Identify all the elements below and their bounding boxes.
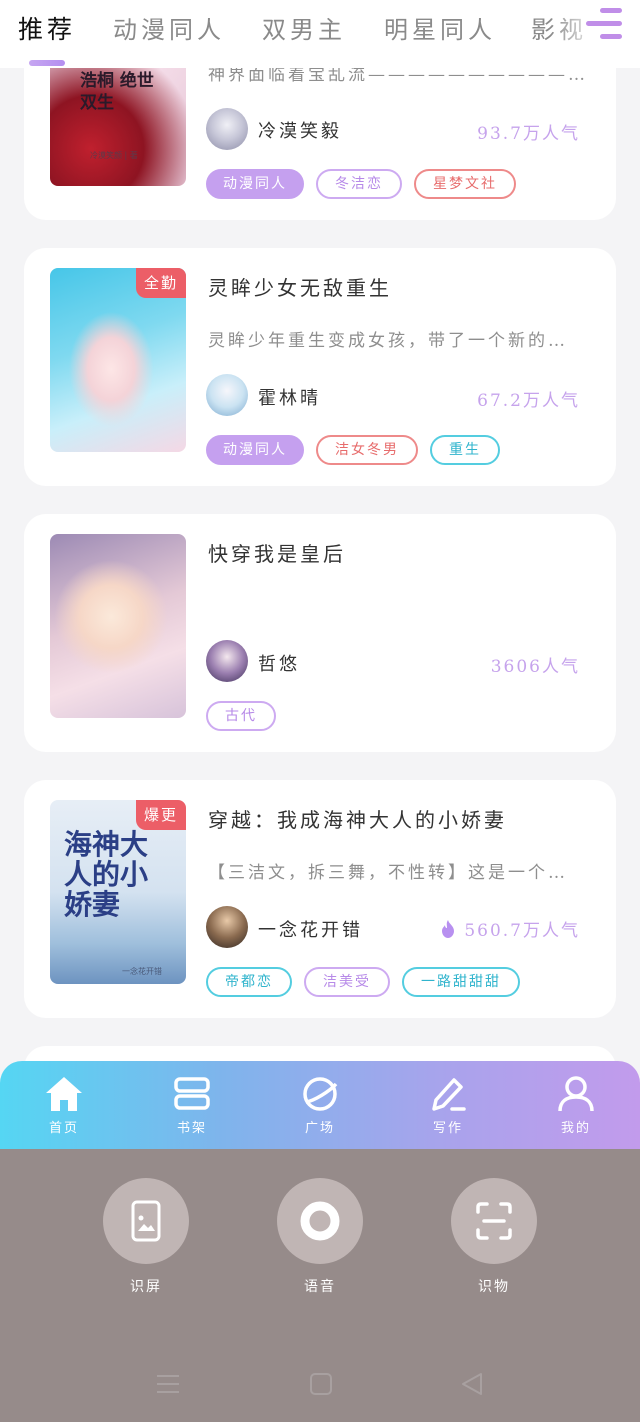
- user-icon: [558, 1076, 594, 1112]
- action-object-recognize[interactable]: 识物: [451, 1178, 537, 1296]
- tag[interactable]: 冬洁恋: [316, 169, 402, 199]
- book-cover[interactable]: [50, 534, 186, 718]
- scan-icon: [476, 1202, 512, 1240]
- flame-icon: [442, 920, 455, 938]
- nav-square[interactable]: 广场: [280, 1075, 360, 1136]
- nav-label: 我的: [560, 1121, 591, 1136]
- pen-icon: [432, 1078, 466, 1111]
- active-tab-indicator: [29, 60, 65, 66]
- nav-profile[interactable]: 我的: [536, 1075, 616, 1136]
- tag[interactable]: 重生: [430, 435, 500, 465]
- action-label: 识物: [478, 1279, 510, 1295]
- popularity-text: 67.2万人气: [477, 391, 580, 411]
- nav-label: 广场: [304, 1121, 335, 1136]
- planet-icon: [303, 1077, 338, 1111]
- nav-label: 首页: [48, 1121, 79, 1136]
- author-name: 哲悠: [258, 654, 300, 675]
- category-menu-icon[interactable]: [586, 8, 622, 42]
- book-card[interactable]: 爆更 海神大人的小娇妻 一念花开错 穿越：我成海神大人的小娇妻 【三洁文，拆三舞…: [24, 780, 616, 1018]
- nav-label: 写作: [432, 1121, 463, 1136]
- action-voice[interactable]: 语音: [277, 1178, 363, 1296]
- voice-button[interactable]: [277, 1178, 363, 1264]
- tag[interactable]: 古代: [206, 701, 276, 731]
- record-icon: [300, 1201, 340, 1241]
- screen-recognize-button[interactable]: [103, 1178, 189, 1264]
- tab-anime-fanfic[interactable]: 动漫同人: [113, 10, 225, 45]
- tag[interactable]: 动漫同人: [206, 435, 304, 465]
- book-card[interactable]: 快穿我是皇后 哲悠 3606人气 古代: [24, 514, 616, 752]
- popularity: 560.7万人气: [440, 916, 580, 941]
- book-card[interactable]: 全勤 灵眸少女无敌重生 灵眸少年重生变成女孩，带了一个新的… 霍林晴 67.2万…: [24, 248, 616, 486]
- cover-author: 一念花开错: [122, 967, 162, 976]
- popularity: 67.2万人气: [477, 386, 580, 411]
- action-label: 识屏: [130, 1279, 162, 1295]
- cover-author: 冷漠笑颜 | 著: [90, 151, 138, 160]
- book-title[interactable]: 穿越：我成海神大人的小娇妻: [208, 804, 507, 833]
- book-description: 灵眸少年重生变成女孩，带了一个新的…: [208, 331, 568, 351]
- popularity: 3606人气: [491, 652, 580, 677]
- home-square-icon[interactable]: [309, 1372, 333, 1396]
- author-avatar: [206, 108, 248, 150]
- tag[interactable]: 洁女冬男: [316, 435, 418, 465]
- book-description: 【三洁文，拆三舞，不性转】这是一个…: [208, 863, 568, 883]
- tag[interactable]: 动漫同人: [206, 169, 304, 199]
- menu-icon[interactable]: [156, 1372, 180, 1396]
- tag[interactable]: 帝都恋: [206, 967, 292, 997]
- back-triangle-icon[interactable]: [460, 1372, 484, 1396]
- tag[interactable]: 洁美受: [304, 967, 390, 997]
- cover-badge: 爆更: [136, 800, 186, 830]
- nav-home[interactable]: 首页: [24, 1075, 104, 1136]
- book-cover[interactable]: 爆更 海神大人的小娇妻 一念花开错: [50, 800, 186, 984]
- object-recognize-button[interactable]: [451, 1178, 537, 1264]
- popularity-text: 93.7万人气: [477, 124, 580, 144]
- popularity-text: 3606人气: [490, 657, 580, 677]
- home-icon: [46, 1077, 82, 1111]
- cover-title: 浩桐 绝世双生: [80, 71, 154, 113]
- author-avatar: [206, 374, 248, 416]
- cover-badge: 全勤: [136, 268, 186, 298]
- cover-title: 海神大人的小娇妻: [64, 828, 149, 921]
- phone-image-icon: [131, 1200, 161, 1242]
- tag[interactable]: 一路甜甜甜: [402, 967, 520, 997]
- bookshelf-icon: [174, 1077, 210, 1110]
- author-name: 一念花开错: [258, 920, 363, 941]
- author-name: 霍林晴: [258, 388, 321, 409]
- nav-write[interactable]: 写作: [408, 1075, 488, 1136]
- nav-label: 书架: [176, 1121, 207, 1136]
- top-tab-bar: 推荐 动漫同人 双男主 明星同人 影视: [0, 0, 640, 68]
- book-cover[interactable]: 全勤: [50, 268, 186, 452]
- action-screen-recognize[interactable]: 识屏: [103, 1178, 189, 1296]
- author-name: 冷漠笑毅: [258, 121, 342, 142]
- book-title[interactable]: 快穿我是皇后: [208, 538, 346, 567]
- author-avatar: [206, 640, 248, 682]
- action-label: 语音: [304, 1279, 336, 1295]
- tab-celebrity-fanfic[interactable]: 明星同人: [384, 10, 496, 45]
- book-title[interactable]: 灵眸少女无敌重生: [208, 272, 392, 301]
- tab-recommend[interactable]: 推荐: [18, 10, 76, 46]
- tag[interactable]: 星梦文社: [414, 169, 516, 199]
- popularity: 93.7万人气: [477, 119, 580, 144]
- popularity-text: 560.7万人气: [464, 921, 580, 941]
- nav-bookshelf[interactable]: 书架: [152, 1075, 232, 1136]
- tab-bl[interactable]: 双男主: [262, 10, 346, 45]
- bottom-navigation: 首页 书架 广场 写作 我的: [0, 1061, 640, 1149]
- author-avatar: [206, 906, 248, 948]
